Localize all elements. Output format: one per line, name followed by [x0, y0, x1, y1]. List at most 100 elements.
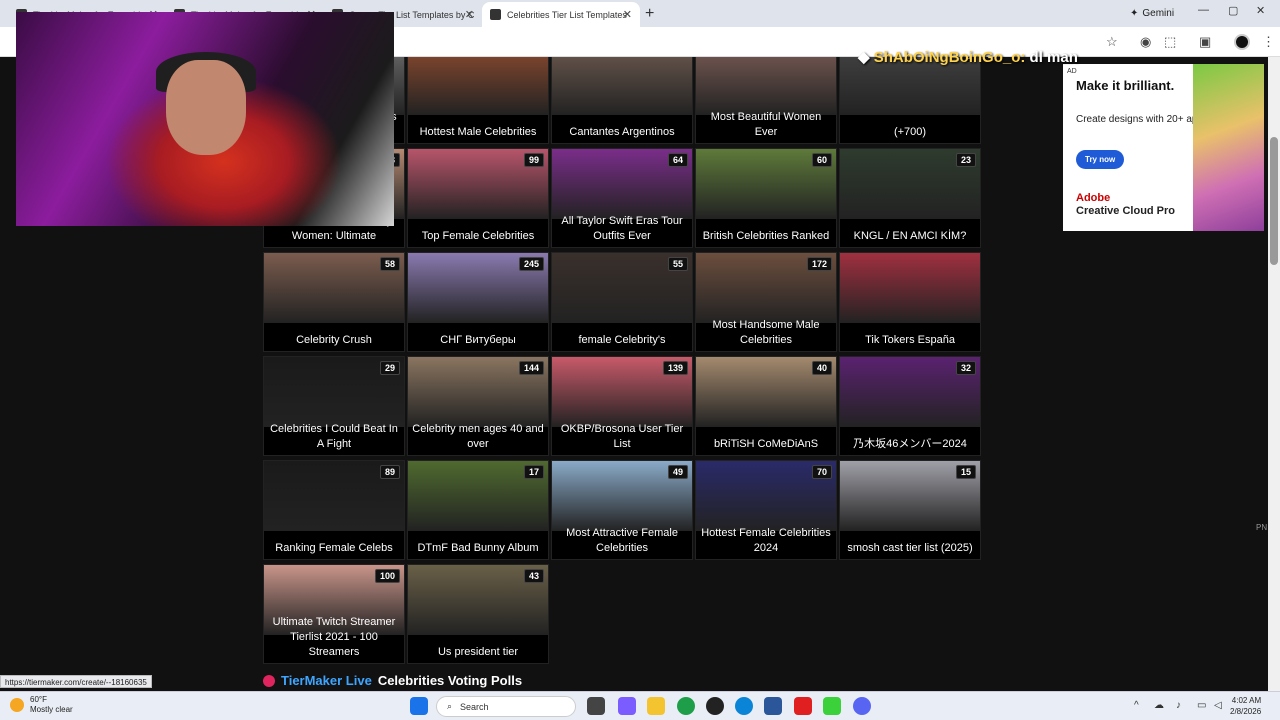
template-card[interactable]: 58 Celebrity Crush	[263, 252, 405, 352]
close-window-button[interactable]: ✕	[1256, 4, 1265, 17]
start-icon[interactable]	[410, 697, 428, 715]
minimize-button[interactable]: —	[1198, 4, 1209, 16]
card-title: (+700)	[893, 126, 927, 138]
side-text: PN	[1256, 523, 1268, 532]
card-count-badge: 139	[662, 361, 688, 375]
card-count-badge: 64	[667, 153, 688, 167]
profile-avatar[interactable]	[1234, 34, 1250, 50]
card-title: bRiTiSH CoMeDiAnS	[713, 438, 819, 450]
maximize-button[interactable]: ▢	[1228, 4, 1238, 17]
youtube-icon[interactable]	[794, 697, 812, 715]
template-card[interactable]: 23 KNGL / EN AMCI KİM?	[839, 148, 981, 248]
template-card[interactable]: 3(+700)	[839, 57, 981, 144]
clock-date: 2/8/2026	[1230, 707, 1262, 716]
volume-icon[interactable]: ◁	[1214, 700, 1222, 711]
display-icon[interactable]: ▭	[1197, 700, 1206, 711]
card-title: Most Beautiful Women Ever	[710, 111, 822, 138]
card-count-badge: 58	[379, 257, 400, 271]
template-card[interactable]: 49 Most Attractive Female Celebrities	[551, 460, 693, 560]
mic-icon[interactable]: ♪	[1176, 700, 1181, 711]
card-count-badge: 32	[955, 361, 976, 375]
ad-cta-button[interactable]: Try now	[1076, 150, 1125, 169]
edge-icon[interactable]	[735, 697, 753, 715]
card-title: Hottest Male Celebrities	[419, 126, 537, 138]
media-icon[interactable]: ◉	[1140, 34, 1151, 50]
template-card[interactable]: 89 Ranking Female Celebs	[263, 460, 405, 560]
card-count-badge: 17	[523, 465, 544, 479]
browser-tab-active[interactable]: Celebrities Tier List Templates ✕	[482, 2, 640, 27]
live-section-title: Celebrities Voting Polls	[377, 673, 523, 688]
card-count-badge: 99	[523, 153, 544, 167]
obs-icon[interactable]	[706, 697, 724, 715]
template-card[interactable]: 139 OKBP/Brosona User Tier List	[551, 356, 693, 456]
tray-chevron-icon[interactable]: ^	[1134, 700, 1139, 711]
template-card[interactable]: 15 smosh cast tier list (2025)	[839, 460, 981, 560]
chrome-icon[interactable]	[677, 697, 695, 715]
card-count-badge: 100	[374, 569, 400, 583]
template-card[interactable]: 55 female Celebrity's	[551, 252, 693, 352]
ad-brand-name: Adobe	[1076, 192, 1111, 204]
webcam-overlay	[16, 12, 394, 226]
template-card[interactable]: 60 British Celebrities Ranked	[695, 148, 837, 248]
template-card[interactable]: 245 СНГ Витуберы	[407, 252, 549, 352]
card-title: British Celebrities Ranked	[702, 230, 830, 242]
template-card[interactable]: 144 Celebrity men ages 40 and over	[407, 356, 549, 456]
advertisement[interactable]: AD Make it brilliant. Create designs wit…	[1063, 64, 1264, 231]
new-tab-button[interactable]: +	[645, 5, 654, 23]
live-brand-link[interactable]: TierMaker Live	[281, 673, 372, 688]
template-card[interactable]: Cantantes Argentinos	[551, 57, 693, 144]
template-card[interactable]: Most Beautiful Women Ever	[695, 57, 837, 144]
ad-headline: Make it brilliant.	[1076, 78, 1175, 93]
network-icon[interactable]: ☁	[1154, 700, 1164, 711]
template-card[interactable]: 99 Top Female Celebrities	[407, 148, 549, 248]
sidepanel-icon[interactable]: ▣	[1199, 34, 1211, 50]
file-explorer-icon[interactable]	[647, 697, 665, 715]
template-card[interactable]: 70 Hottest Female Celebrities 2024	[695, 460, 837, 560]
template-card[interactable]: Tik Tokers España	[839, 252, 981, 352]
gemini-button[interactable]: ✦ Gemini	[1122, 5, 1182, 22]
chat-message: dl man	[1029, 49, 1078, 66]
card-title: Most Attractive Female Celebrities	[566, 527, 678, 554]
card-count-badge: 172	[806, 257, 832, 271]
card-title: Ultimate Twitch Streamer Tierlist 2021 -…	[272, 616, 396, 658]
bookmark-star-icon[interactable]: ☆	[1106, 34, 1118, 50]
scrollbar[interactable]	[1268, 57, 1280, 691]
ad-tag: AD	[1067, 68, 1077, 75]
ad-image	[1193, 64, 1264, 231]
ad-subtext: Create designs with 20+ apps.	[1076, 114, 1211, 125]
card-title: Celebrity men ages 40 and over	[412, 423, 544, 450]
menu-icon[interactable]: ⋮	[1262, 34, 1275, 50]
template-card[interactable]: 64 All Taylor Swift Eras Tour Outfits Eve…	[551, 148, 693, 248]
template-card[interactable]: 17 DTmF Bad Bunny Album	[407, 460, 549, 560]
card-count-badge: 70	[811, 465, 832, 479]
app-icon[interactable]	[823, 697, 841, 715]
extensions-icon[interactable]: ⬚	[1164, 34, 1176, 50]
close-tab-icon[interactable]: ✕	[623, 8, 632, 21]
card-count-badge: 23	[955, 153, 976, 167]
card-title: KNGL / EN AMCI KİM?	[853, 230, 967, 242]
template-card[interactable]: 172 Most Handsome Male Celebrities	[695, 252, 837, 352]
card-count-badge: 89	[379, 465, 400, 479]
clock[interactable]: 4:02 AM 2/8/2026	[1230, 695, 1261, 717]
weather-widget[interactable]: 60°F Mostly clear	[10, 695, 73, 715]
discord-icon[interactable]	[853, 697, 871, 715]
template-card[interactable]: 43 Us president tier	[407, 564, 549, 664]
scrollbar-thumb[interactable]	[1270, 137, 1278, 265]
card-thumbnail	[840, 253, 980, 323]
template-card[interactable]: Hottest Male Celebrities	[407, 57, 549, 144]
search-label: Search	[460, 701, 489, 712]
template-card[interactable]: 40 bRiTiSH CoMeDiAnS	[695, 356, 837, 456]
weather-temp: 60°F	[30, 695, 47, 704]
template-card[interactable]: 100 Ultimate Twitch Streamer Tierlist 202…	[263, 564, 405, 664]
card-title: OKBP/Brosona User Tier List	[560, 423, 684, 450]
tiermaker-favicon-icon	[490, 9, 501, 20]
template-card[interactable]: 29 Celebrities I Could Beat In A Fight	[263, 356, 405, 456]
close-tab-icon[interactable]: ✕	[465, 8, 474, 21]
card-count-badge: 55	[667, 257, 688, 271]
taskbar-search[interactable]: ⌕ Search	[436, 696, 576, 717]
copilot-icon[interactable]	[618, 697, 636, 715]
taskview-icon[interactable]	[587, 697, 605, 715]
store-icon[interactable]	[764, 697, 782, 715]
template-card[interactable]: 32 乃木坂46メンバー2024	[839, 356, 981, 456]
clock-time: 4:02 AM	[1231, 696, 1262, 705]
